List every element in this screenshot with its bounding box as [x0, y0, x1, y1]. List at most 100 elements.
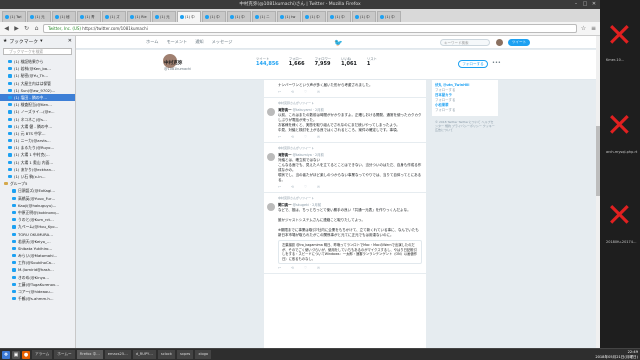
avatar[interactable]: [496, 39, 503, 46]
tab-8[interactable]: (1) 中: [202, 11, 226, 22]
home-icon[interactable]: ⌂: [33, 25, 40, 32]
bookmark-item[interactable]: 工作(@SoukihoCa…: [0, 259, 75, 266]
stat-0[interactable]: ツイート 144,856: [256, 56, 279, 67]
tab-9[interactable]: (1) 中: [227, 11, 251, 22]
avatar[interactable]: [267, 203, 275, 211]
stat-3[interactable]: いいね 1,061: [341, 56, 357, 67]
bookmark-item[interactable]: (1) 検査担当(@Ken…: [0, 101, 75, 108]
bookmark-item[interactable]: M.(lomirid@hash…: [0, 266, 75, 273]
twitter-search-input[interactable]: キーワード検索: [440, 39, 490, 46]
tab-13[interactable]: (1) 中: [327, 11, 351, 22]
bookmark-item[interactable]: (1) 大場 1 中村克(…: [0, 151, 75, 158]
retweet-icon[interactable]: ⟲: [291, 266, 294, 270]
nav-notifications[interactable]: 通知: [195, 39, 203, 45]
bookmark-item[interactable]: 九ぺーム(@Hou_Kyo…: [0, 223, 75, 230]
menu-icon[interactable]: ≡: [590, 25, 597, 32]
nav-home[interactable]: ホーム: [146, 39, 158, 45]
taskbar-task[interactable]: Firefox 中…: [76, 350, 103, 359]
dropdown-icon[interactable]: ▾: [40, 39, 42, 44]
bookmark-item[interactable]: Kaoji(@hakuguyu)…: [0, 202, 75, 209]
profile-name[interactable]: 中村克弥: [164, 60, 182, 66]
bookmark-item[interactable]: 工藤(@TugaKurenov…: [0, 281, 75, 288]
reply-icon[interactable]: ↩: [278, 185, 281, 189]
bookmark-folder[interactable]: グループ5: [0, 180, 75, 187]
bookmark-item[interactable]: (1) ノーズライ…(@e…: [0, 108, 75, 115]
bookmark-item[interactable]: (1) ニーカ(@arvts…: [0, 137, 75, 144]
tab-14[interactable]: (1) 中: [352, 11, 376, 22]
bookmark-item[interactable]: (1) まるたり(@Ruyo…: [0, 144, 75, 151]
taskbar-task[interactable]: emacs25…: [104, 350, 131, 359]
bookmark-item[interactable]: 高橋英(@Yuuo_Fur…: [0, 195, 75, 202]
retweet-icon[interactable]: ⟲: [291, 135, 294, 139]
minimize-button[interactable]: –: [573, 1, 579, 7]
more-icon[interactable]: •••: [492, 60, 501, 68]
terminal-icon[interactable]: ▣: [12, 350, 20, 359]
nav-moments[interactable]: モーメント: [166, 39, 187, 45]
bookmark-item[interactable]: TORU OKUMURA…: [0, 231, 75, 238]
bookmark-item[interactable]: みらい(@Matomahi…: [0, 252, 75, 259]
tab-12[interactable]: (1) 中: [302, 11, 326, 22]
bookmark-item[interactable]: (1) ネコネこ(@s…: [0, 116, 75, 123]
stat-1[interactable]: フォロー 1,666: [289, 56, 305, 67]
bookmark-search-input[interactable]: ブックマークを検索: [3, 48, 72, 55]
bookmark-item[interactable]: (1) 大場 1 奥山 内面…: [0, 159, 75, 166]
taskbar-task[interactable]: d_RUPY…: [132, 350, 156, 359]
tab-3[interactable]: (1) 青: [77, 11, 101, 22]
bookmark-item[interactable]: (1) 若林(@Ken_ba…: [0, 65, 75, 72]
twitter-bird-icon[interactable]: 🐦: [334, 39, 343, 47]
bookmark-item[interactable]: 千鶴(@s.ahmm.h…: [0, 295, 75, 302]
bookmark-item[interactable]: 中原正明@(kokinonq…: [0, 209, 75, 216]
bookmark-item[interactable]: (1) 塩田 - 隣の中…: [0, 93, 75, 102]
url-bar[interactable]: Twitter, Inc. (US) https://twitter.com/1…: [43, 24, 577, 33]
message-icon[interactable]: ✉: [317, 266, 320, 270]
bookmark-item[interactable]: (1) 検証結果から: [0, 58, 75, 65]
tab-2[interactable]: (1) 秘: [52, 11, 76, 22]
bookmark-item[interactable]: (1) 元 BTS 中学…: [0, 130, 75, 137]
bookmark-item[interactable]: うのと(@Kum_rct…: [0, 216, 75, 223]
like-icon[interactable]: ♡: [304, 185, 307, 189]
reply-icon[interactable]: ↩: [278, 90, 281, 94]
bookmark-item[interactable]: きのめ(@Kinyo…: [0, 274, 75, 281]
tab-7[interactable]: (1) 中: [177, 11, 201, 22]
tab-0[interactable]: (1) Twi: [2, 11, 26, 22]
tab-10[interactable]: (1) ニ: [252, 11, 276, 22]
taskbar-task[interactable]: xlogo: [195, 350, 212, 359]
firefox-icon[interactable]: ●: [22, 350, 30, 359]
close-icon[interactable]: ✕: [68, 38, 72, 44]
like-icon[interactable]: ♡: [304, 135, 307, 139]
message-icon[interactable]: ✉: [317, 185, 320, 189]
tab-5[interactable]: (1) Rie: [127, 11, 151, 22]
tab-6[interactable]: (1) 元: [152, 11, 176, 22]
tweet-author[interactable]: 滝野真一: [278, 153, 292, 157]
avatar[interactable]: [267, 153, 275, 161]
bookmark-item[interactable]: Shibata Yukihiro…: [0, 245, 75, 252]
suggested-follow-link[interactable]: フォローする: [435, 108, 495, 113]
bookmark-item[interactable]: コアー(@hideaou…: [0, 288, 75, 295]
start-menu-icon[interactable]: ❖: [2, 350, 10, 359]
bookmark-item[interactable]: 日頭語ズ(@ExKagi…: [0, 187, 75, 194]
retweet-icon[interactable]: ⟲: [291, 90, 294, 94]
quoted-tweet[interactable]: 左葉撮影 @iro_kagamima 明日、昨晩ってランロトでMac・MacのW…: [278, 240, 422, 264]
bookmark-item[interactable]: (1) 秘密(@Yu_Th…: [0, 72, 75, 79]
reload-icon[interactable]: ↻: [23, 25, 30, 32]
bookmark-star-icon[interactable]: ☆: [580, 25, 587, 32]
tab-1[interactable]: (1) 元: [27, 11, 51, 22]
tab-15[interactable]: (1) 中: [377, 11, 401, 22]
tweet-author[interactable]: 滝野真一: [278, 108, 292, 112]
bookmark-item[interactable]: (1) 大場 健 - 隣の中…: [0, 123, 75, 130]
close-button[interactable]: ✕: [591, 1, 597, 7]
taskbar-task[interactable]: sclock: [157, 350, 175, 359]
retweet-icon[interactable]: ⟲: [291, 185, 294, 189]
reply-icon[interactable]: ↩: [278, 266, 281, 270]
like-icon[interactable]: ♡: [304, 266, 307, 270]
message-icon[interactable]: ✉: [317, 135, 320, 139]
bookmark-item[interactable]: (1) あかり(@eckhan…: [0, 166, 75, 173]
like-icon[interactable]: ♡: [304, 90, 307, 94]
nav-messages[interactable]: メッセージ: [212, 39, 233, 45]
taskbar-task[interactable]: アラーム: [32, 350, 53, 359]
avatar[interactable]: [267, 108, 275, 116]
tweet-button[interactable]: ツイート: [508, 39, 530, 46]
maximize-button[interactable]: □: [582, 1, 588, 7]
taskbar-task[interactable]: ホームー: [54, 350, 75, 359]
stat-4[interactable]: リスト 1: [367, 56, 377, 67]
